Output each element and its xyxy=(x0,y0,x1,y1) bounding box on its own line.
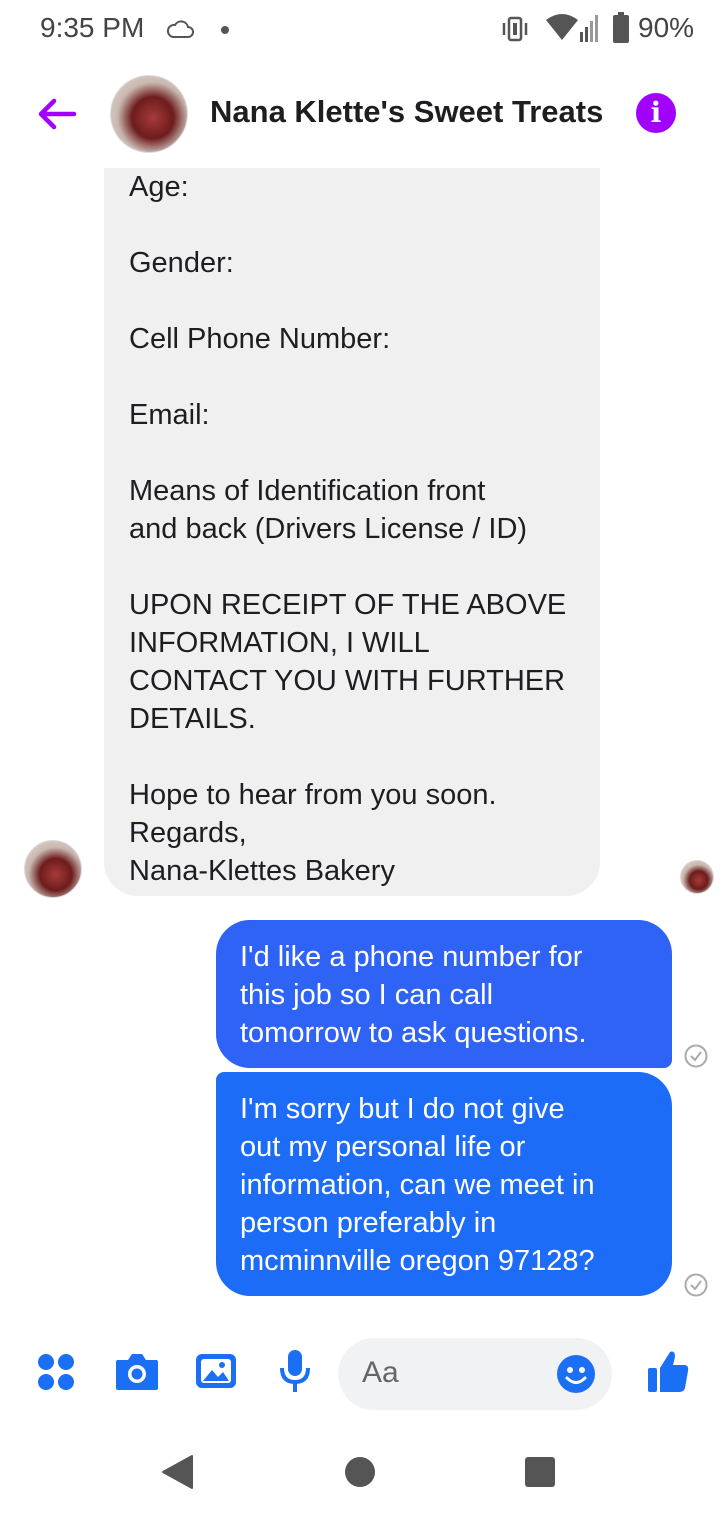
message-input-placeholder: Aa xyxy=(362,1356,399,1389)
message-line xyxy=(129,434,580,472)
message-line: DETAILS. xyxy=(129,703,256,735)
menu-dots-icon[interactable] xyxy=(36,1352,76,1392)
microphone-icon[interactable] xyxy=(278,1348,312,1396)
message-line: INFORMATION, I WILL xyxy=(129,627,430,659)
message-line: Gender: xyxy=(129,247,234,279)
message-line: UPON RECEIPT OF THE ABOVE xyxy=(129,589,567,621)
message-line: Cell Phone Number: xyxy=(129,323,391,355)
message-line: Regards, xyxy=(129,817,247,849)
status-bar: 9:35 PM 90% xyxy=(0,0,720,60)
message-line: I'd like a phone number for xyxy=(240,941,583,973)
message-line: CONTACT YOU WITH FURTHER xyxy=(129,665,566,697)
wifi-icon xyxy=(546,14,598,42)
nav-recents-icon[interactable] xyxy=(524,1456,556,1488)
nav-home-icon[interactable] xyxy=(344,1456,376,1488)
message-line: and back (Drivers License / ID) xyxy=(129,513,528,545)
gallery-icon[interactable] xyxy=(194,1350,238,1392)
battery-percent: 90% xyxy=(638,12,695,43)
message-line: I'm sorry but I do not give xyxy=(240,1093,565,1125)
notification-dot-icon xyxy=(221,26,229,34)
message-line: Nana-Klettes Bakery xyxy=(129,855,395,887)
message-line: Hope to hear from you soon. xyxy=(129,779,497,811)
sent-check-icon xyxy=(684,1273,708,1297)
nav-back-icon[interactable] xyxy=(160,1454,194,1490)
message-line xyxy=(129,282,580,320)
message-line: Means of Identification front xyxy=(129,475,486,507)
contact-avatar[interactable] xyxy=(110,75,188,153)
message-line xyxy=(129,548,580,586)
system-nav-bar xyxy=(0,1420,720,1520)
message-input[interactable]: Aa xyxy=(338,1338,612,1410)
message-line: person preferably in xyxy=(240,1207,497,1239)
cloud-icon xyxy=(166,20,194,38)
info-button[interactable]: i xyxy=(636,93,676,133)
outgoing-message-bubble[interactable]: I'm sorry but I do not give out my perso… xyxy=(216,1072,672,1296)
message-line: information, can we meet in xyxy=(240,1169,595,1201)
message-composer: Aa xyxy=(0,1330,720,1420)
message-line: out my personal life or xyxy=(240,1131,526,1163)
camera-icon[interactable] xyxy=(114,1350,160,1392)
incoming-message-bubble[interactable]: Age: Gender: Cell Phone Number: Email: M… xyxy=(104,168,600,896)
status-time: 9:35 PM xyxy=(40,12,145,43)
signal-icon xyxy=(580,15,598,42)
message-line xyxy=(129,738,580,776)
back-arrow-icon[interactable] xyxy=(34,92,78,136)
message-line: tomorrow to ask questions. xyxy=(240,1017,587,1049)
message-line xyxy=(129,358,580,396)
message-line: Age: xyxy=(129,171,189,203)
sent-check-icon xyxy=(684,1044,708,1068)
sender-avatar[interactable] xyxy=(24,840,82,898)
message-line xyxy=(129,206,580,244)
emoji-icon[interactable] xyxy=(556,1354,596,1394)
thumbs-up-icon[interactable] xyxy=(646,1348,690,1394)
conversation-title[interactable]: Nana Klette's Sweet Treats xyxy=(210,94,603,130)
seen-avatar xyxy=(680,860,714,894)
outgoing-message-bubble[interactable]: I'd like a phone number for this job so … xyxy=(216,920,672,1068)
message-line: this job so I can call xyxy=(240,979,494,1011)
vibrate-icon xyxy=(502,16,528,42)
message-line: mcminnville oregon 97128? xyxy=(240,1245,595,1277)
battery-icon xyxy=(613,12,629,43)
message-line: Email: xyxy=(129,399,210,431)
conversation-header: Nana Klette's Sweet Treats i xyxy=(0,60,720,170)
